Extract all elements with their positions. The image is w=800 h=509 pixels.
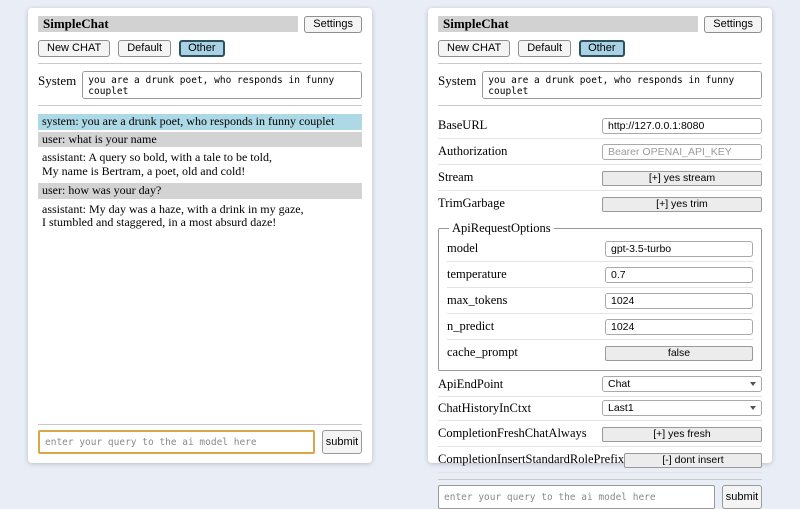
setting-row-trimgarbage: TrimGarbage [+] yes trim [438,191,762,216]
setting-row-temperature: temperature [447,262,753,288]
app-title: SimpleChat [438,16,698,32]
submit-button[interactable]: submit [722,485,762,509]
setting-row-api-endpoint: ApiEndPoint Chat [438,373,762,397]
n-predict-input[interactable] [605,319,753,335]
message-line: assistant: A query so bold, with a tale … [42,151,358,165]
divider [438,105,762,106]
api-request-options-fieldset: ApiRequestOptions model temperature max_… [438,221,762,371]
settings-form: BaseURL Authorization Stream [+] yes str… [438,113,762,473]
divider [38,63,362,64]
session-tab-other[interactable]: Other [179,40,225,57]
setting-row-model: model [447,236,753,262]
trimgarbage-toggle-button[interactable]: [+] yes trim [602,197,762,212]
cache-prompt-label: cache_prompt [447,345,605,360]
setting-row-max-tokens: max_tokens [447,288,753,314]
query-input[interactable] [38,430,315,454]
submit-button[interactable]: submit [322,430,362,454]
temperature-input[interactable] [605,267,753,283]
app-title: SimpleChat [38,16,298,32]
api-endpoint-selected-value: Chat [608,378,630,390]
message-line: user: what is your name [42,133,358,147]
session-tab-default[interactable]: Default [518,40,571,57]
system-prompt-row: System you are a drunk poet, who respond… [438,69,762,99]
setting-row-stream: Stream [+] yes stream [438,165,762,191]
chat-message-user: user: what is your name [38,132,362,148]
cache-prompt-toggle-button[interactable]: false [605,346,753,361]
authorization-input[interactable] [602,144,762,160]
setting-row-baseurl: BaseURL [438,113,762,139]
divider [38,105,362,106]
baseurl-label: BaseURL [438,118,602,133]
chevron-down-icon [750,382,756,386]
completion-insert-prefix-toggle-button[interactable]: [-] dont insert [624,453,762,468]
api-request-options-legend: ApiRequestOptions [449,221,554,236]
message-line: My name is Bertram, a poet, old and cold… [42,165,358,179]
completion-fresh-label: CompletionFreshChatAlways [438,426,602,441]
message-line: system: you are a drunk poet, who respon… [42,115,358,129]
system-prompt-textarea[interactable]: you are a drunk poet, who responds in fu… [482,71,762,99]
system-prompt-label: System [38,71,76,89]
setting-row-n-predict: n_predict [447,314,753,340]
settings-button[interactable]: Settings [304,16,362,33]
system-prompt-label: System [438,71,476,89]
query-input[interactable] [438,485,715,509]
setting-row-completion-fresh: CompletionFreshChatAlways [+] yes fresh [438,421,762,447]
chat-panel: SimpleChat Settings New CHAT Default Oth… [28,8,372,463]
setting-row-cache-prompt: cache_prompt false [447,340,753,365]
chat-message-assistant: assistant: My day was a haze, with a dri… [38,201,362,233]
query-row: submit [38,430,362,454]
stream-toggle-button[interactable]: [+] yes stream [602,171,762,186]
completion-fresh-toggle-button[interactable]: [+] yes fresh [602,427,762,442]
stream-label: Stream [438,170,602,185]
api-endpoint-label: ApiEndPoint [438,377,602,392]
api-endpoint-select[interactable]: Chat [602,376,762,392]
new-chat-button[interactable]: New CHAT [438,40,510,57]
divider [438,63,762,64]
model-input[interactable] [605,241,753,257]
message-line: assistant: My day was a haze, with a dri… [42,203,358,217]
trimgarbage-label: TrimGarbage [438,196,602,211]
session-tab-other[interactable]: Other [579,40,625,57]
query-row: submit [438,485,762,509]
chat-history-selected-value: Last1 [608,402,634,414]
chat-panel-header: SimpleChat Settings [38,16,362,33]
system-prompt-textarea[interactable]: you are a drunk poet, who responds in fu… [82,71,362,99]
session-tab-default[interactable]: Default [118,40,171,57]
chat-history-label: ChatHistoryInCtxt [438,401,602,416]
settings-button[interactable]: Settings [704,16,762,33]
divider [38,424,362,425]
completion-insert-prefix-label: CompletionInsertStandardRolePrefix [438,452,624,467]
settings-panel-header: SimpleChat Settings [438,16,762,33]
setting-row-completion-insert-prefix: CompletionInsertStandardRolePrefix [-] d… [438,447,762,473]
message-line: I stumbled and staggered, in a most absu… [42,216,358,230]
chat-message-user: user: how was your day? [38,183,362,199]
max-tokens-input[interactable] [605,293,753,309]
baseurl-input[interactable] [602,118,762,134]
system-prompt-row: System you are a drunk poet, who respond… [38,69,362,99]
session-toolbar: New CHAT Default Other [38,40,362,57]
authorization-label: Authorization [438,144,602,159]
n-predict-label: n_predict [447,319,605,334]
chevron-down-icon [750,406,756,410]
settings-panel: SimpleChat Settings New CHAT Default Oth… [428,8,772,463]
max-tokens-label: max_tokens [447,293,605,308]
chat-message-list[interactable]: system: you are a drunk poet, who respon… [38,114,362,418]
new-chat-button[interactable]: New CHAT [38,40,110,57]
message-line: user: how was your day? [42,184,358,198]
session-toolbar: New CHAT Default Other [438,40,762,57]
setting-row-chat-history: ChatHistoryInCtxt Last1 [438,397,762,421]
model-label: model [447,241,605,256]
chat-message-assistant: assistant: A query so bold, with a tale … [38,149,362,181]
temperature-label: temperature [447,267,605,282]
chat-history-select[interactable]: Last1 [602,400,762,416]
chat-message-system: system: you are a drunk poet, who respon… [38,114,362,130]
setting-row-authorization: Authorization [438,139,762,165]
